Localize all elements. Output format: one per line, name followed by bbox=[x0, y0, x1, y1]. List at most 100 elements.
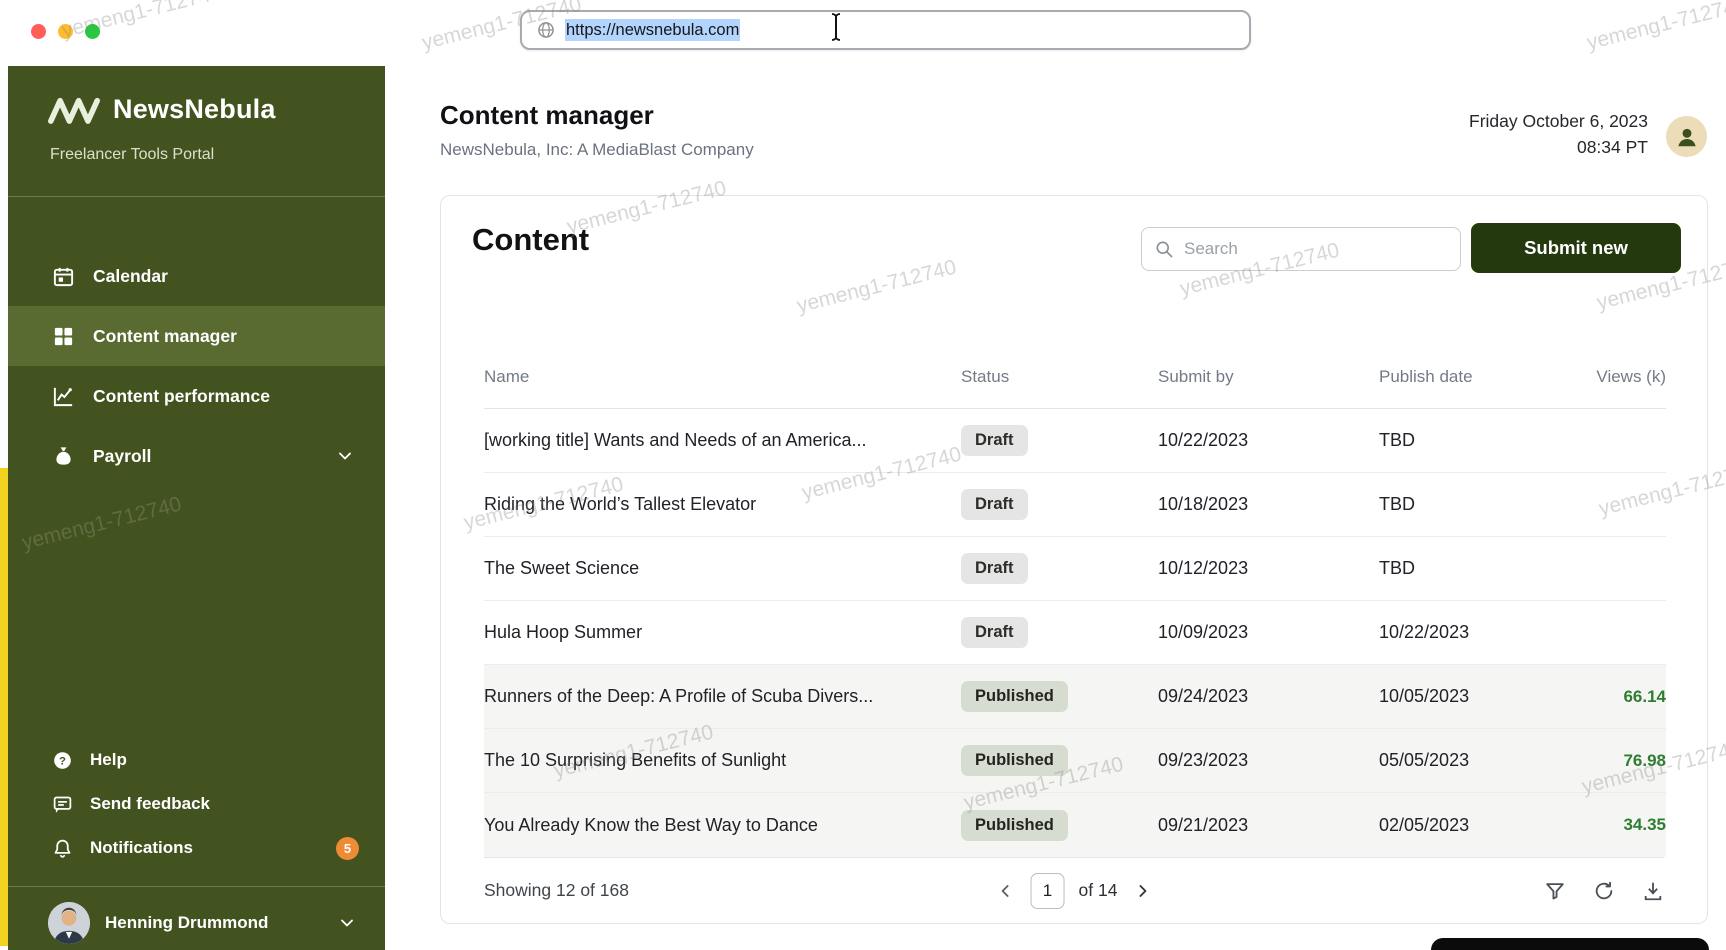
sidebar-item-content-performance[interactable]: Content performance bbox=[8, 366, 385, 426]
cell-status: Draft bbox=[961, 489, 1158, 520]
cell-publish-date: TBD bbox=[1379, 494, 1415, 514]
table-row[interactable]: The 10 Surprising Benefits of Sunlight P… bbox=[484, 729, 1666, 793]
person-icon bbox=[1677, 128, 1696, 146]
filter-icon[interactable] bbox=[1543, 879, 1566, 902]
cell-status: Published bbox=[961, 809, 1158, 841]
table-actions bbox=[1543, 879, 1664, 902]
submit-new-button[interactable]: Submit new bbox=[1471, 223, 1681, 273]
cell-submit-by: 10/22/2023 bbox=[1158, 430, 1249, 450]
cell-views: 76.98 bbox=[1623, 750, 1666, 770]
cell-name: [working title] Wants and Needs of an Am… bbox=[484, 430, 867, 450]
logo: NewsNebula bbox=[48, 94, 276, 125]
column-header-publish-date: Publish date bbox=[1379, 367, 1473, 386]
grid-icon bbox=[51, 324, 75, 348]
table-row[interactable]: Hula Hoop Summer Draft 10/09/2023 10/22/… bbox=[484, 601, 1666, 665]
svg-text:?: ? bbox=[59, 755, 66, 767]
page-count-label: of 14 bbox=[1078, 880, 1118, 900]
sidebar-item-label: Calendar bbox=[93, 265, 168, 286]
status-badge: Draft bbox=[961, 489, 1028, 520]
sidebar-item-label: Notifications bbox=[90, 838, 193, 857]
cell-publish-date: 02/05/2023 bbox=[1379, 814, 1470, 835]
column-header-submit-by: Submit by bbox=[1158, 367, 1234, 386]
status-badge: Published bbox=[961, 809, 1068, 841]
page-title: Content manager bbox=[440, 100, 654, 130]
content-table: Name Status Submit by Publish date Views… bbox=[484, 346, 1666, 857]
cell-publish-date: 10/22/2023 bbox=[1379, 622, 1470, 642]
watermark-text: yemeng1-712740 bbox=[1584, 0, 1726, 55]
column-header-status: Status bbox=[961, 367, 1010, 386]
table-footer: Showing 12 of 168 of 14 bbox=[484, 857, 1664, 923]
next-page-button[interactable] bbox=[1131, 880, 1153, 902]
cell-views: 34.35 bbox=[1623, 815, 1666, 834]
sidebar-item-send-feedback[interactable]: Send feedback bbox=[8, 782, 385, 826]
cell-views: 66.14 bbox=[1623, 686, 1666, 706]
user-name: Henning Drummond bbox=[105, 913, 269, 932]
cell-submit-by: 10/18/2023 bbox=[1158, 494, 1249, 514]
help-icon: ? bbox=[52, 750, 73, 771]
sidebar-item-label: Payroll bbox=[93, 445, 152, 466]
minimize-window-button[interactable] bbox=[58, 24, 73, 39]
url-bar[interactable]: https://newsnebula.com bbox=[520, 10, 1251, 50]
bell-icon bbox=[52, 838, 73, 859]
chevron-down-icon[interactable] bbox=[337, 913, 357, 933]
sidebar: NewsNebula Freelancer Tools Portal Calen… bbox=[8, 66, 385, 950]
cell-name: Hula Hoop Summer bbox=[484, 622, 643, 642]
cell-submit-by: 09/21/2023 bbox=[1158, 814, 1249, 835]
status-badge: Draft bbox=[961, 617, 1028, 648]
cell-name: Riding the World’s Tallest Elevator bbox=[484, 494, 757, 514]
status-badge: Published bbox=[961, 745, 1068, 776]
search-input[interactable] bbox=[1184, 239, 1448, 259]
cell-status: Draft bbox=[961, 553, 1158, 584]
sidebar-item-calendar[interactable]: Calendar bbox=[8, 246, 385, 306]
table-row[interactable]: You Already Know the Best Way to Dance P… bbox=[484, 793, 1666, 857]
table-row[interactable]: The Sweet Science Draft 10/12/2023 TBD bbox=[484, 537, 1666, 601]
desktop-edge-strip bbox=[0, 468, 8, 946]
showing-count: Showing 12 of 168 bbox=[484, 880, 629, 900]
refresh-icon[interactable] bbox=[1592, 879, 1615, 902]
cell-submit-by: 10/09/2023 bbox=[1158, 622, 1249, 642]
column-header-name: Name bbox=[484, 367, 530, 386]
close-window-button[interactable] bbox=[31, 24, 46, 39]
cell-name: The 10 Surprising Benefits of Sunlight bbox=[484, 750, 787, 770]
download-icon[interactable] bbox=[1641, 879, 1664, 902]
cell-submit-by: 09/24/2023 bbox=[1158, 686, 1249, 706]
watermark-text: yemeng1-712740 bbox=[59, 0, 224, 43]
user-menu[interactable]: Henning Drummond bbox=[8, 902, 385, 944]
search-box bbox=[1141, 227, 1461, 271]
current-date: Friday October 6, 2023 bbox=[1469, 111, 1648, 131]
search-icon bbox=[1154, 239, 1174, 259]
cell-publish-date: 05/05/2023 bbox=[1379, 750, 1470, 770]
chevron-down-icon[interactable] bbox=[335, 446, 355, 466]
account-avatar-button[interactable] bbox=[1666, 116, 1707, 157]
cell-name: The Sweet Science bbox=[484, 558, 640, 578]
status-badge: Published bbox=[961, 681, 1068, 712]
sidebar-item-help[interactable]: ? Help bbox=[8, 738, 385, 782]
page-number-input[interactable] bbox=[1030, 872, 1065, 909]
sidebar-item-payroll[interactable]: Payroll bbox=[8, 426, 385, 486]
sidebar-item-notifications[interactable]: Notifications 5 bbox=[8, 826, 385, 870]
app-subtitle: Freelancer Tools Portal bbox=[50, 146, 215, 163]
cell-name: You Already Know the Best Way to Dance bbox=[484, 814, 818, 835]
background-window-edge bbox=[1431, 938, 1709, 950]
status-badge: Draft bbox=[961, 425, 1028, 456]
notification-count-badge: 5 bbox=[336, 836, 359, 860]
table-row[interactable]: [working title] Wants and Needs of an Am… bbox=[484, 409, 1666, 473]
table-row[interactable]: Riding the World’s Tallest Elevator Draf… bbox=[484, 473, 1666, 537]
line-chart-icon bbox=[51, 384, 75, 408]
page-subtitle: NewsNebula, Inc: A MediaBlast Company bbox=[440, 140, 754, 159]
column-header-views: Views (k) bbox=[1596, 367, 1666, 386]
cell-submit-by: 10/12/2023 bbox=[1158, 558, 1249, 578]
cell-status: Draft bbox=[961, 425, 1158, 456]
sidebar-bottom-nav: ? Help Send feedback Notifications 5 bbox=[8, 738, 385, 870]
previous-page-button[interactable] bbox=[995, 880, 1017, 902]
maximize-window-button[interactable] bbox=[85, 24, 100, 39]
table-header: Name Status Submit by Publish date Views… bbox=[484, 346, 1666, 409]
cell-publish-date: TBD bbox=[1379, 430, 1415, 450]
cell-publish-date: 10/05/2023 bbox=[1379, 686, 1470, 706]
sidebar-item-label: Send feedback bbox=[90, 794, 210, 813]
table-row[interactable]: Runners of the Deep: A Profile of Scuba … bbox=[484, 665, 1666, 729]
sidebar-item-content-manager[interactable]: Content manager bbox=[8, 306, 385, 366]
text-cursor-icon bbox=[829, 12, 843, 47]
newsnebula-logo-icon bbox=[48, 96, 100, 124]
cell-name: Runners of the Deep: A Profile of Scuba … bbox=[484, 686, 874, 706]
